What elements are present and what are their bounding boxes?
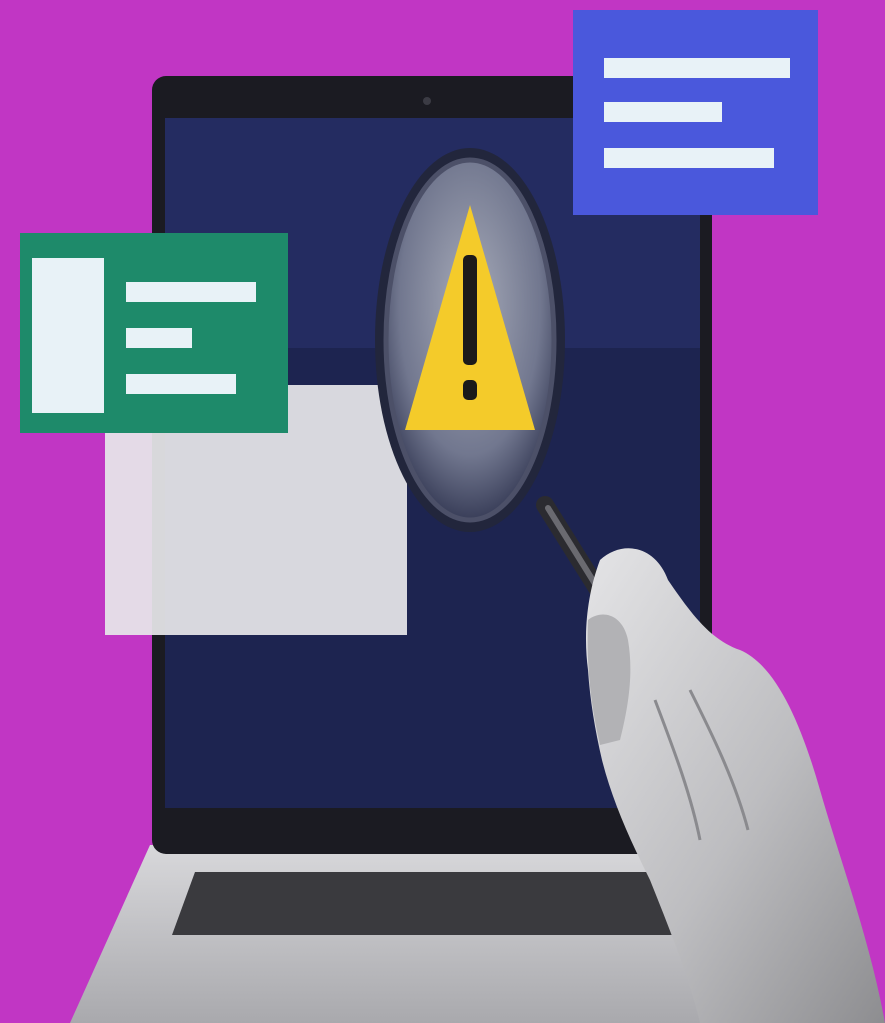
illustration-canvas	[0, 0, 885, 1023]
illustration-scene	[0, 0, 885, 1023]
blue-card-line-2	[604, 102, 722, 122]
green-card-image-placeholder	[32, 258, 104, 413]
green-card-line-1	[126, 282, 256, 302]
blue-card	[573, 10, 818, 215]
camera-icon	[423, 97, 431, 105]
green-card	[20, 233, 288, 433]
laptop-keyboard	[172, 872, 700, 935]
blue-card-line-1	[604, 58, 790, 78]
blue-card-line-3	[604, 148, 774, 168]
green-card-line-2	[126, 328, 192, 348]
green-card-line-3	[126, 374, 236, 394]
